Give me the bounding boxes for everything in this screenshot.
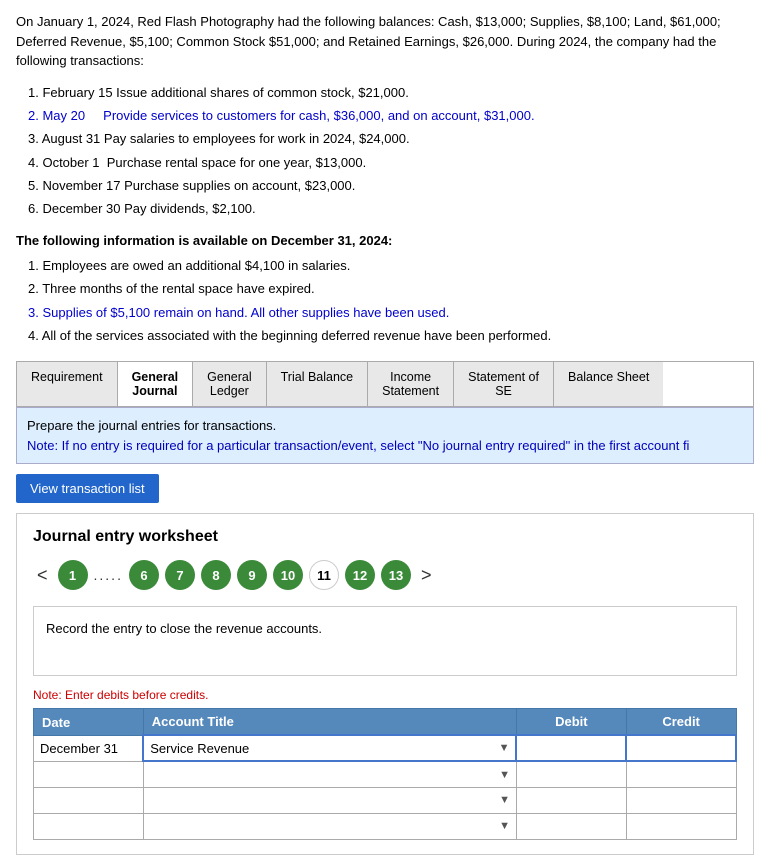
credit-input-1[interactable] [633, 741, 729, 756]
nav-step-6[interactable]: 6 [129, 560, 159, 590]
credit-input-2[interactable] [633, 767, 730, 782]
nav-step-7[interactable]: 7 [165, 560, 195, 590]
instruction-note: Note: If no entry is required for a part… [27, 436, 743, 456]
nav-step-9[interactable]: 9 [237, 560, 267, 590]
tab-income-statement[interactable]: IncomeStatement [368, 362, 454, 406]
tab-statement-se[interactable]: Statement ofSE [454, 362, 554, 406]
debit-input-2[interactable] [523, 767, 620, 782]
col-date: Date [34, 709, 144, 736]
dropdown-icon-3[interactable]: ▼ [499, 794, 510, 806]
credit-input-4[interactable] [633, 819, 730, 834]
date-cell-2 [34, 761, 144, 787]
view-btn-area: View transaction list [16, 474, 754, 503]
transaction-1: 1. February 15 Issue additional shares o… [28, 81, 754, 104]
transaction-4: 4. October 1 Purchase rental space for o… [28, 151, 754, 174]
transaction-6: 6. December 30 Pay dividends, $2,100. [28, 197, 754, 220]
intro-paragraph: On January 1, 2024, Red Flash Photograph… [16, 12, 754, 71]
tab-balance-sheet[interactable]: Balance Sheet [554, 362, 663, 406]
col-credit: Credit [626, 709, 736, 736]
transactions-list: 1. February 15 Issue additional shares o… [28, 81, 754, 221]
nav-step-12[interactable]: 12 [345, 560, 375, 590]
nav-step-8[interactable]: 8 [201, 560, 231, 590]
entry-table: Date Account Title Debit Credit December… [33, 708, 737, 840]
worksheet-title: Journal entry worksheet [33, 528, 737, 546]
credit-cell-2[interactable] [626, 761, 736, 787]
tabs-row: Requirement GeneralJournal GeneralLedger… [16, 361, 754, 407]
tab-requirement[interactable]: Requirement [17, 362, 118, 406]
instruction-main: Prepare the journal entries for transact… [27, 416, 743, 436]
nav-dots: ..... [94, 567, 123, 583]
tab-general-ledger[interactable]: GeneralLedger [193, 362, 266, 406]
col-account-title: Account Title [143, 709, 516, 736]
account-cell-2[interactable]: ▼ [143, 761, 516, 787]
info-item-1: 1. Employees are owed an additional $4,1… [28, 254, 754, 277]
account-cell-4[interactable]: ▼ [143, 813, 516, 839]
date-cell-3 [34, 787, 144, 813]
nav-step-11[interactable]: 11 [309, 560, 339, 590]
nav-next-button[interactable]: > [417, 565, 436, 586]
dropdown-icon-2[interactable]: ▼ [499, 769, 510, 781]
account-input-1[interactable] [150, 741, 494, 756]
transaction-5: 5. November 17 Purchase supplies on acco… [28, 174, 754, 197]
debit-input-4[interactable] [523, 819, 620, 834]
transaction-2: 2. May 20 Provide services to customers … [28, 104, 754, 127]
view-transaction-list-button[interactable]: View transaction list [16, 474, 159, 503]
debit-cell-3[interactable] [516, 787, 626, 813]
date-cell-4 [34, 813, 144, 839]
table-row: ▼ [34, 787, 737, 813]
account-cell-3[interactable]: ▼ [143, 787, 516, 813]
account-input-2[interactable] [150, 767, 495, 782]
nav-step-1[interactable]: 1 [58, 560, 88, 590]
entry-note: Note: Enter debits before credits. [33, 688, 737, 702]
account-input-3[interactable] [150, 793, 495, 808]
table-row: ▼ [34, 813, 737, 839]
instruction-box: Prepare the journal entries for transact… [16, 407, 754, 464]
nav-step-13[interactable]: 13 [381, 560, 411, 590]
info-item-4: 4. All of the services associated with t… [28, 324, 754, 347]
table-row: ▼ [34, 761, 737, 787]
additional-info-list: 1. Employees are owed an additional $4,1… [28, 254, 754, 348]
record-text: Record the entry to close the revenue ac… [46, 621, 322, 636]
transaction-3: 3. August 31 Pay salaries to employees f… [28, 127, 754, 150]
debit-input-1[interactable] [523, 741, 619, 756]
additional-info-title: The following information is available o… [16, 233, 754, 248]
account-input-4[interactable] [150, 819, 495, 834]
col-debit: Debit [516, 709, 626, 736]
info-item-2: 2. Three months of the rental space have… [28, 277, 754, 300]
dropdown-icon-1[interactable]: ▼ [499, 742, 510, 754]
credit-cell-4[interactable] [626, 813, 736, 839]
tab-trial-balance[interactable]: Trial Balance [267, 362, 369, 406]
credit-input-3[interactable] [633, 793, 730, 808]
debit-cell-4[interactable] [516, 813, 626, 839]
nav-row: < 1 ..... 6 7 8 9 10 11 12 13 > [33, 560, 737, 590]
info-item-3: 3. Supplies of $5,100 remain on hand. Al… [28, 301, 754, 324]
record-entry-box: Record the entry to close the revenue ac… [33, 606, 737, 676]
credit-cell-3[interactable] [626, 787, 736, 813]
nav-prev-button[interactable]: < [33, 565, 52, 586]
tab-general-journal[interactable]: GeneralJournal [118, 362, 194, 406]
debit-input-3[interactable] [523, 793, 620, 808]
worksheet-container: Journal entry worksheet < 1 ..... 6 7 8 … [16, 513, 754, 855]
nav-step-10[interactable]: 10 [273, 560, 303, 590]
dropdown-icon-4[interactable]: ▼ [499, 820, 510, 832]
debit-cell-2[interactable] [516, 761, 626, 787]
